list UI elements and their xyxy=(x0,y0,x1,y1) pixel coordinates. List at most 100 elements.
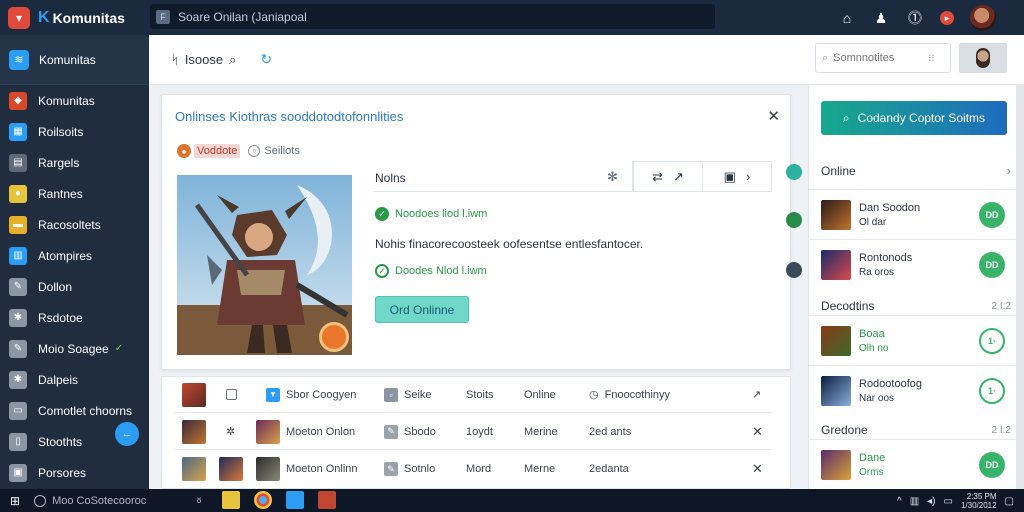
gear-icon[interactable]: ✻ xyxy=(607,169,618,185)
column-menu-icon[interactable]: ↗ xyxy=(752,388,761,401)
close-icon[interactable]: ✕ xyxy=(767,107,780,125)
column-header-status[interactable]: Stoits xyxy=(466,389,494,401)
game-icon[interactable] xyxy=(318,491,336,509)
table-row[interactable]: ✲ Moeton Onlon ✎ Sbodo 1oydt Merine 2ed a… xyxy=(174,414,772,450)
status-badge[interactable]: 1· xyxy=(979,328,1005,354)
header-user-button[interactable] xyxy=(959,43,1007,73)
sidebar-item-dollon[interactable]: ✎ Dollon xyxy=(0,271,149,302)
column-header-type[interactable]: ▫ Seike xyxy=(384,387,432,402)
back-fab-button[interactable]: ← xyxy=(115,422,139,446)
remove-icon[interactable]: ✕ xyxy=(752,461,763,477)
list-item[interactable]: Rontonods Ra oros DD xyxy=(809,239,1017,289)
toolbar-group-media[interactable]: ▣ › xyxy=(702,162,771,191)
folder-icon[interactable] xyxy=(222,491,240,509)
circle-icon: ○ xyxy=(248,145,261,157)
browser-icon[interactable] xyxy=(254,491,272,509)
home-icon[interactable]: ⌂ xyxy=(838,10,856,26)
row-name[interactable]: Moeton Onlon xyxy=(256,419,355,444)
section-online-header[interactable]: Online › xyxy=(821,163,1011,178)
more-icon[interactable]: ⁝⁝ xyxy=(928,53,934,64)
chart-icon: ▥ xyxy=(9,246,27,265)
status-badge[interactable]: DD xyxy=(979,202,1005,228)
store-icon[interactable] xyxy=(286,491,304,509)
list-item[interactable]: Boaa Olh no 1· xyxy=(809,315,1017,365)
user-avatar[interactable] xyxy=(970,5,996,31)
top-icons: ⌂ ♟ ⓵ ▸ xyxy=(838,5,996,31)
coin-icon: ● xyxy=(9,184,27,203)
sidebar-item-rargels[interactable]: ▤ Rargels xyxy=(0,147,149,178)
brand[interactable]: K Komunitas xyxy=(38,9,125,27)
brand-k-icon: K xyxy=(38,8,50,26)
row-status: Merine xyxy=(524,425,558,438)
network-icon[interactable]: ▥ xyxy=(910,496,919,507)
chevron-right-icon[interactable]: › xyxy=(1007,163,1011,178)
toolbar-group-edit[interactable]: ⇄ ↗ xyxy=(633,162,702,191)
row-gear-icon[interactable]: ✲ xyxy=(226,425,235,438)
info-icon[interactable]: ⓵ xyxy=(906,8,924,28)
check-label: Noodoes liod l.iwm xyxy=(395,208,488,220)
notification-icon[interactable]: ▢ xyxy=(1005,496,1014,507)
sidebar-item-komunitas[interactable]: ◆ Komunitas xyxy=(0,85,149,116)
sidebar-item-racosoltets[interactable]: ▬ Racosoltets xyxy=(0,209,149,240)
scrollbar[interactable] xyxy=(1016,85,1024,489)
item-title: Dane xyxy=(859,452,886,464)
clock[interactable]: 2:35 PM 1/30/2012 xyxy=(961,492,997,510)
sidebar-item-atompires[interactable]: ▥ Atompires xyxy=(0,240,149,271)
category-tag[interactable]: ○ Seiliots xyxy=(248,145,300,157)
flag-icon[interactable]: ▸ xyxy=(940,11,954,25)
column-header-activity[interactable]: ◷ Fnoocothinyy xyxy=(589,388,670,402)
header-search-input[interactable] xyxy=(833,52,929,64)
sidebar-item-dalpeis[interactable]: ✱ Dalpeis xyxy=(0,364,149,395)
sidebar-item-moio-soagee[interactable]: ✎ Moio Soagee ✓ xyxy=(0,333,149,364)
share-icon[interactable]: ↗ xyxy=(673,169,684,185)
item-image xyxy=(821,250,851,280)
remove-icon[interactable]: ✕ xyxy=(752,424,763,440)
row-activity: 2ed ants xyxy=(589,425,632,438)
app-icon[interactable]: ᴕ xyxy=(190,491,208,509)
list-item[interactable]: Rodootoofog Nar oos 1· xyxy=(809,365,1017,415)
header-search[interactable]: ⌕ ⁝⁝ xyxy=(815,43,951,73)
top-search[interactable]: F xyxy=(150,4,715,29)
status-badge[interactable]: DD xyxy=(979,452,1005,478)
sidebar-header[interactable]: ≋ Komunitas xyxy=(0,35,149,85)
app-logo-icon[interactable]: ▾ xyxy=(8,6,30,29)
edit-icon: ✎ xyxy=(384,462,398,476)
row-name[interactable]: Moeton Onlinn xyxy=(256,457,358,481)
status-badge[interactable]: DD xyxy=(979,252,1005,278)
windows-icon[interactable]: ⊞ xyxy=(10,494,20,508)
cta-button[interactable]: ⌕ Codandy Coptor Soitms xyxy=(821,101,1007,135)
status-tag[interactable]: ● Voddote xyxy=(177,144,241,158)
bell-icon[interactable]: ♟ xyxy=(872,10,890,27)
sidebar-item-porsores[interactable]: ▣ Porsores xyxy=(0,457,149,488)
refresh-icon[interactable]: ↻ xyxy=(260,51,272,68)
film-icon[interactable]: ▣ xyxy=(724,169,736,185)
table-row[interactable]: Moeton Onlinn ✎ Sotnlo Mord Merne 2edanta… xyxy=(174,451,772,487)
sidebar-item-roilsoits[interactable]: ▦ Roilsoits xyxy=(0,116,149,147)
clock-time: 2:35 PM xyxy=(966,492,997,501)
status-badge[interactable]: 1· xyxy=(979,378,1005,404)
thumb-image xyxy=(256,457,280,481)
top-search-input[interactable] xyxy=(178,9,678,24)
primary-button[interactable]: Ord Onlinne xyxy=(375,296,469,323)
battery-icon[interactable]: ▭ xyxy=(944,496,953,507)
section-title: Gredone xyxy=(821,423,868,437)
gear-icon: ✱ xyxy=(9,370,27,389)
sidebar-item-rantnes[interactable]: ● Rantnes xyxy=(0,178,149,209)
top-bar: ▾ K Komunitas F ⌂ ♟ ⓵ ▸ xyxy=(0,0,1024,35)
cards-icon: ▤ xyxy=(9,153,27,172)
swap-icon[interactable]: ⇄ xyxy=(652,169,663,185)
column-header-online[interactable]: Online xyxy=(524,389,556,401)
wrench-icon: ✎ xyxy=(9,277,27,296)
sidebar-item-rsdotoe[interactable]: ✱ Rsdotoe xyxy=(0,302,149,333)
taskbar-search[interactable]: Moo CoSotecooroc xyxy=(34,491,184,510)
list-item[interactable]: Dane Orms DD xyxy=(809,439,1017,489)
volume-icon[interactable]: ◂) xyxy=(927,496,935,507)
column-header-name[interactable]: ▾ Sbor Coogyen xyxy=(266,387,356,402)
list-item[interactable]: Dan Soodon Ol dar DD xyxy=(809,189,1017,239)
thumb-image xyxy=(182,382,206,407)
next-icon[interactable]: › xyxy=(746,169,750,184)
search-icon[interactable]: ⌕ xyxy=(229,52,236,68)
chevron-up-icon[interactable]: ^ xyxy=(897,496,902,507)
header-checkbox[interactable] xyxy=(226,389,237,400)
game-icon: ◆ xyxy=(9,91,27,110)
